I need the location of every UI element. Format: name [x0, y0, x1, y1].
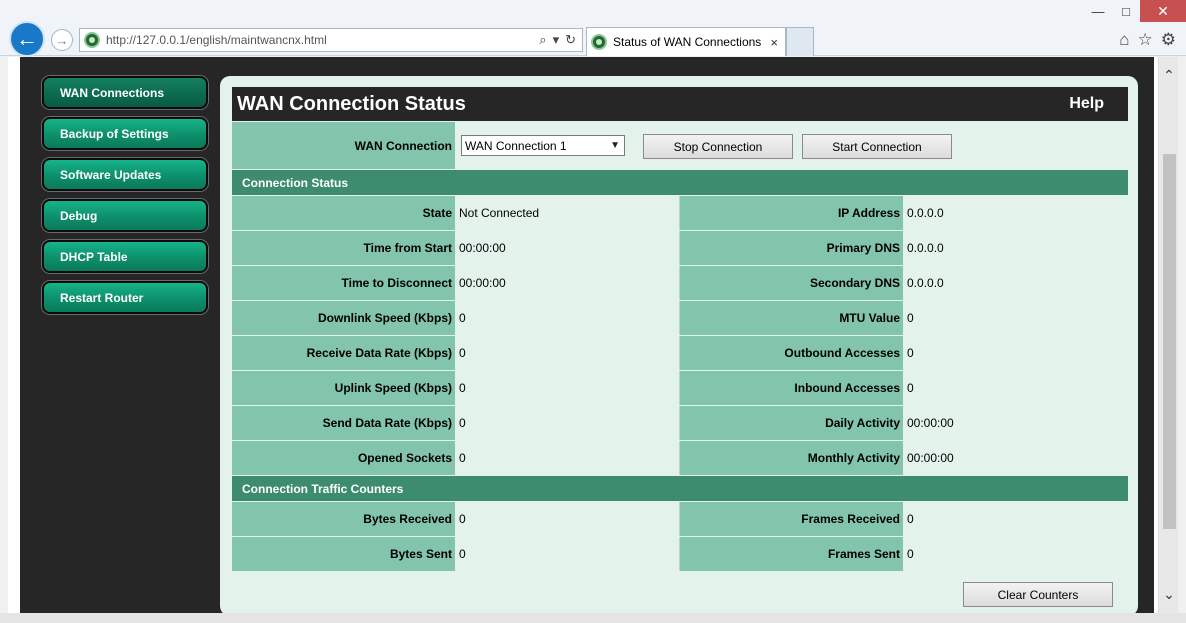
field-label: Downlink Speed (Kbps): [232, 301, 455, 335]
field-label: Time from Start: [232, 231, 455, 265]
field-label: Uplink Speed (Kbps): [232, 371, 455, 405]
wan-connection-label: WAN Connection: [232, 122, 455, 169]
table-row: Time from Start 00:00:00 Primary DNS 0.0.0.…: [232, 231, 1128, 266]
field-value: 0.0.0.0: [903, 266, 1128, 300]
sidebar-item-backup-settings[interactable]: Backup of Settings: [42, 117, 208, 150]
chevron-down-icon[interactable]: ▾: [553, 32, 560, 48]
field-value: 00:00:00: [903, 406, 1128, 440]
sidebar-item-restart-router[interactable]: Restart Router: [42, 281, 208, 314]
maximize-icon[interactable]: □: [1112, 0, 1140, 22]
url-text[interactable]: http://127.0.0.1/english/maintwancnx.htm…: [106, 33, 539, 47]
field-value: 0: [903, 301, 1128, 335]
field-value: Not Connected: [455, 196, 680, 230]
field-value: 0.0.0.0: [903, 231, 1128, 265]
vertical-scrollbar[interactable]: ⌃ ⌄: [1158, 57, 1178, 613]
address-bar[interactable]: http://127.0.0.1/english/maintwancnx.htm…: [79, 28, 583, 52]
field-value: 0: [455, 537, 680, 571]
field-value: 0: [903, 371, 1128, 405]
table-row: Bytes Sent 0 Frames Sent 0: [232, 537, 1128, 572]
field-label: Bytes Received: [232, 502, 455, 536]
wan-selector-row: WAN Connection WAN Connection 1 ▼ Stop C…: [232, 122, 1128, 169]
site-favicon-icon: [84, 32, 100, 48]
close-window-icon[interactable]: ✕: [1140, 0, 1186, 22]
field-value: 0: [903, 537, 1128, 571]
title-bar: WAN Connection Status Help: [232, 87, 1128, 121]
scroll-down-icon[interactable]: ⌄: [1159, 586, 1179, 603]
field-value: 0: [455, 371, 680, 405]
wan-select-value: WAN Connection 1: [465, 138, 567, 153]
stop-connection-button[interactable]: Stop Connection: [643, 134, 793, 159]
field-label: Time to Disconnect: [232, 266, 455, 300]
field-label: State: [232, 196, 455, 230]
sidebar-item-dhcp-table[interactable]: DHCP Table: [42, 240, 208, 273]
star-icon[interactable]: ☆: [1138, 30, 1153, 50]
sidebar-item-debug[interactable]: Debug: [42, 199, 208, 232]
field-label: Daily Activity: [680, 406, 903, 440]
window-controls: — □ ✕: [1084, 0, 1186, 22]
connection-status-header: Connection Status: [232, 170, 1128, 195]
field-label: Primary DNS: [680, 231, 903, 265]
browser-chrome: — □ ✕ ← → http://127.0.0.1/english/maint…: [0, 0, 1186, 57]
field-label: Opened Sockets: [232, 441, 455, 475]
start-connection-button[interactable]: Start Connection: [802, 134, 952, 159]
field-value: 0: [455, 502, 680, 536]
tab-favicon-icon: [591, 34, 607, 50]
home-icon[interactable]: ⌂: [1119, 30, 1129, 50]
table-row: Time to Disconnect 00:00:00 Secondary DNS 0…: [232, 266, 1128, 301]
connection-status-table: State Not Connected IP Address 0.0.0.0 Time …: [232, 196, 1128, 476]
sidebar-item-wan-connections[interactable]: WAN Connections: [42, 76, 208, 109]
table-row: Opened Sockets 0 Monthly Activity 00:00:00: [232, 441, 1128, 476]
field-value: 0: [455, 441, 680, 475]
table-row: Bytes Received 0 Frames Received 0: [232, 502, 1128, 537]
scroll-thumb[interactable]: [1163, 154, 1176, 529]
clear-counters-button[interactable]: Clear Counters: [963, 582, 1113, 607]
page-title: WAN Connection Status: [237, 92, 466, 115]
tab-close-icon[interactable]: ×: [770, 35, 778, 50]
back-button[interactable]: ←: [9, 21, 45, 57]
table-row: Receive Data Rate (Kbps) 0 Outbound Access…: [232, 336, 1128, 371]
chevron-down-icon: ▼: [610, 140, 620, 151]
table-row: Downlink Speed (Kbps) 0 MTU Value 0: [232, 301, 1128, 336]
minimize-icon[interactable]: —: [1084, 0, 1112, 22]
field-value: 0: [903, 502, 1128, 536]
field-value: 0: [903, 336, 1128, 370]
traffic-counters-table: Bytes Received 0 Frames Received 0 Bytes Sen…: [232, 502, 1128, 572]
wan-connection-select[interactable]: WAN Connection 1 ▼: [461, 135, 625, 156]
field-value: 0.0.0.0: [903, 196, 1128, 230]
field-label: IP Address: [680, 196, 903, 230]
field-label: Receive Data Rate (Kbps): [232, 336, 455, 370]
field-label: MTU Value: [680, 301, 903, 335]
sidebar: WAN Connections Backup of Settings Softw…: [42, 76, 208, 322]
traffic-counters-header: Connection Traffic Counters: [232, 476, 1128, 501]
field-value: 0: [455, 301, 680, 335]
field-value: 00:00:00: [903, 441, 1128, 475]
table-row: Send Data Rate (Kbps) 0 Daily Activity 00:0…: [232, 406, 1128, 441]
forward-button[interactable]: →: [51, 29, 73, 51]
table-row: State Not Connected IP Address 0.0.0.0: [232, 196, 1128, 231]
search-icon[interactable]: ⌕: [539, 32, 546, 48]
field-label: Inbound Accesses: [680, 371, 903, 405]
field-value: 0: [455, 406, 680, 440]
scroll-up-icon[interactable]: ⌃: [1159, 67, 1179, 84]
window-bottom-edge: [0, 613, 1186, 623]
field-value: 00:00:00: [455, 266, 680, 300]
field-value: 00:00:00: [455, 231, 680, 265]
field-label: Bytes Sent: [232, 537, 455, 571]
table-row: Uplink Speed (Kbps) 0 Inbound Accesses 0: [232, 371, 1128, 406]
sidebar-item-software-updates[interactable]: Software Updates: [42, 158, 208, 191]
field-label: Frames Sent: [680, 537, 903, 571]
field-label: Outbound Accesses: [680, 336, 903, 370]
browser-tab[interactable]: Status of WAN Connections ×: [586, 27, 786, 56]
browser-toolbar: ⌂ ☆ ⚙: [1119, 30, 1176, 50]
new-tab-button[interactable]: [786, 27, 814, 56]
field-value: 0: [455, 336, 680, 370]
field-label: Frames Received: [680, 502, 903, 536]
help-link[interactable]: Help: [1069, 95, 1104, 113]
refresh-icon[interactable]: ↻: [565, 32, 576, 48]
field-label: Secondary DNS: [680, 266, 903, 300]
gear-icon[interactable]: ⚙: [1161, 30, 1176, 50]
field-label: Monthly Activity: [680, 441, 903, 475]
field-label: Send Data Rate (Kbps): [232, 406, 455, 440]
tab-title: Status of WAN Connections: [613, 35, 762, 49]
